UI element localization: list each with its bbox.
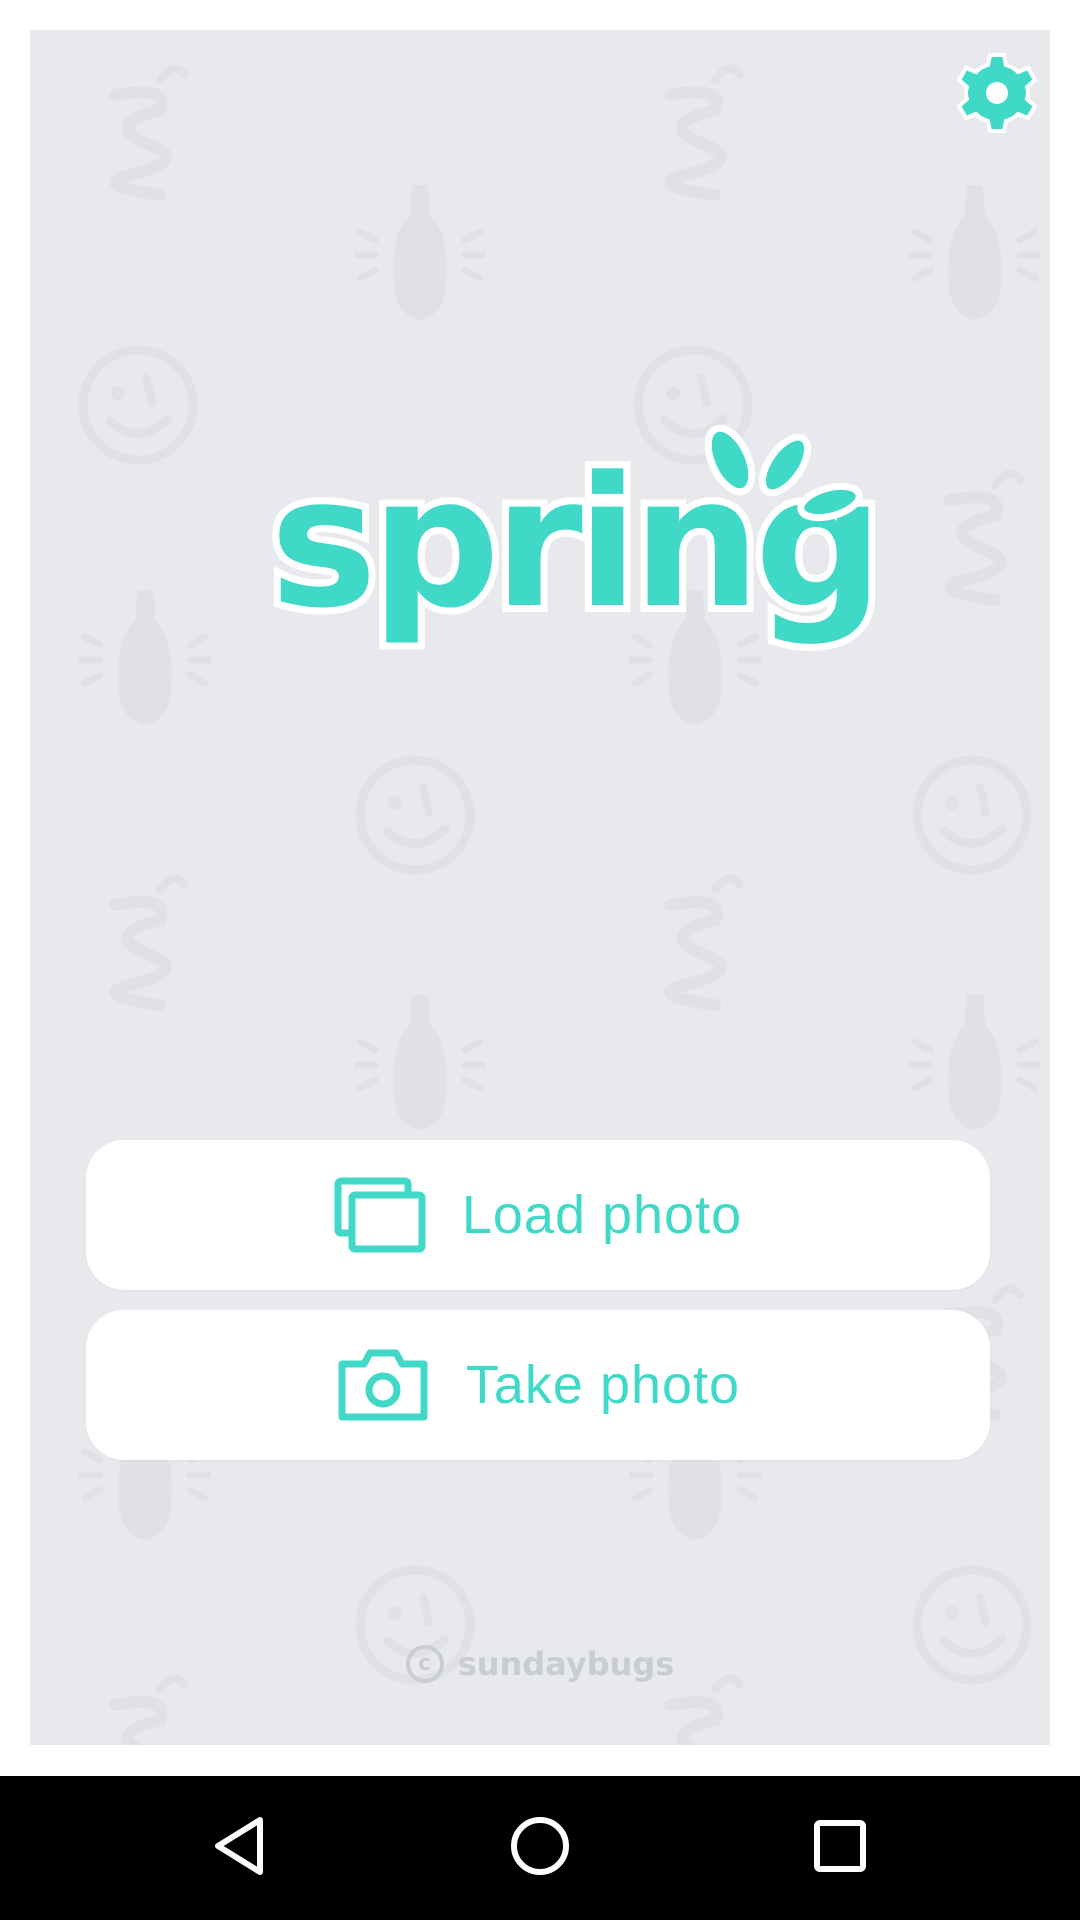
recent-square-icon (810, 1816, 870, 1881)
app-screen: spring Load photo Take photo c sundaybug… (0, 0, 1080, 1920)
settings-button[interactable] (952, 50, 1042, 140)
back-triangle-icon (210, 1814, 270, 1883)
system-nav-bar (0, 1776, 1080, 1920)
gallery-icon (334, 1177, 426, 1253)
app-logo: spring (270, 424, 890, 655)
home-circle-icon (508, 1814, 572, 1883)
home-button[interactable] (500, 1808, 580, 1888)
load-photo-label: Load photo (461, 1185, 743, 1245)
load-photo-button[interactable]: Load photo (86, 1140, 990, 1290)
copyright-icon: c (405, 1645, 444, 1683)
main-panel: spring Load photo Take photo c sundaybug… (30, 30, 1050, 1745)
recent-apps-button[interactable] (800, 1808, 880, 1888)
copyright-footer: c sundaybugs (30, 1645, 1050, 1683)
background-pattern (30, 30, 1050, 1745)
back-button[interactable] (200, 1808, 280, 1888)
take-photo-label: Take photo (465, 1355, 741, 1415)
gear-icon (956, 52, 1038, 138)
camera-icon (336, 1348, 430, 1422)
company-name: sundaybugs (457, 1645, 675, 1683)
take-photo-button[interactable]: Take photo (86, 1310, 990, 1460)
